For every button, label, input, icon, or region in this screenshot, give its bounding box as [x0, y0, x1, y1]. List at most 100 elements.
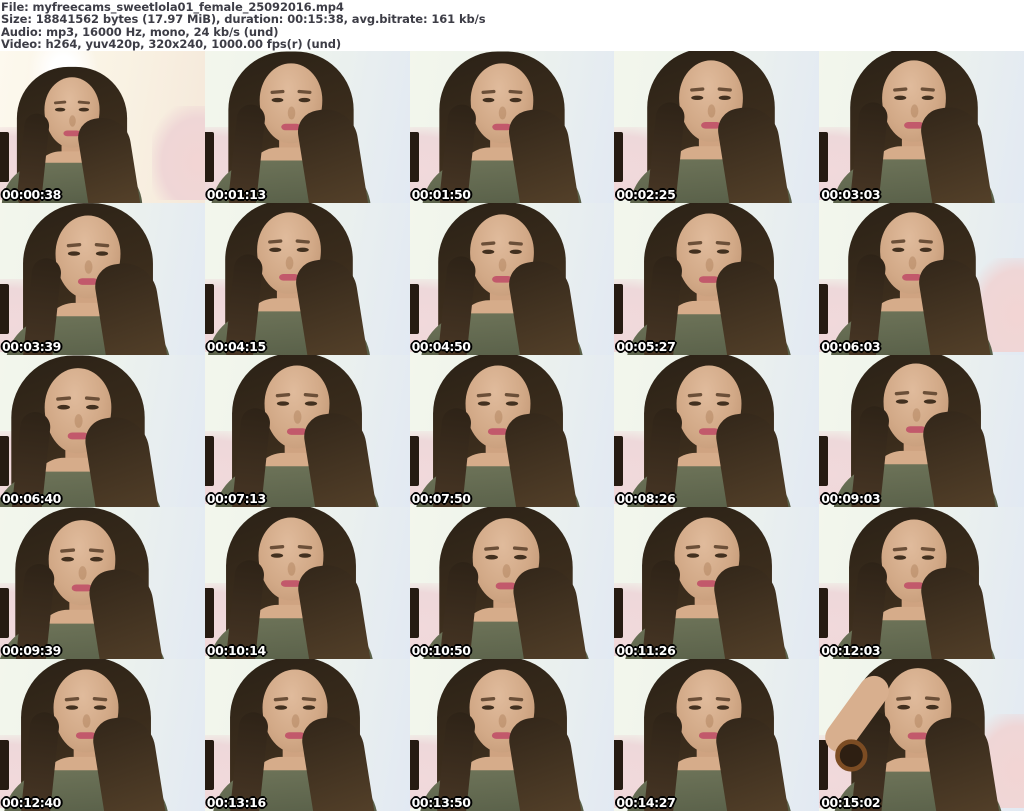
- eye-right-shape: [925, 704, 939, 710]
- video-thumbnail: 00:11:26: [614, 507, 820, 659]
- bed-post-shape: [409, 283, 419, 334]
- bed-post-shape: [614, 435, 624, 486]
- eyebrow-left-shape: [481, 89, 496, 95]
- timestamp-label: 00:09:39: [2, 643, 61, 658]
- eyebrow-right-shape: [297, 89, 312, 95]
- bed-post-shape: [614, 131, 624, 182]
- bed-post-shape: [409, 131, 419, 182]
- contact-sheet: { "header": { "lines": [ "File: myfreeca…: [0, 0, 1024, 811]
- eyebrow-left-shape: [54, 100, 67, 105]
- video-thumbnail: 00:04:50: [409, 203, 615, 355]
- eyebrow-right-shape: [297, 544, 313, 550]
- eye-right-shape: [79, 107, 90, 112]
- eyebrow-right-shape: [92, 696, 108, 702]
- eye-right-shape: [921, 555, 934, 560]
- thumbnail-grid: 00:00:38 00:01:13 00:01:50 00:02:25 00:0…: [0, 51, 1024, 811]
- eyebrow-right-shape: [717, 87, 732, 92]
- eye-right-shape: [716, 705, 729, 710]
- nose-shape: [291, 714, 300, 728]
- video-thumbnail: 00:10:14: [204, 507, 410, 659]
- nose-shape: [705, 410, 714, 424]
- eyebrow-left-shape: [687, 240, 703, 246]
- nose-shape: [285, 256, 294, 270]
- eye-right-shape: [296, 247, 309, 252]
- eyebrow-left-shape: [892, 546, 907, 552]
- eye-left-shape: [55, 107, 66, 112]
- eyebrow-left-shape: [480, 241, 496, 246]
- eyebrow-right-shape: [303, 392, 319, 398]
- eyebrow-left-shape: [273, 696, 289, 702]
- eye-left-shape: [688, 705, 701, 710]
- eye-right-shape: [514, 554, 527, 560]
- eyebrow-left-shape: [64, 696, 80, 702]
- file-info-header: File: myfreecams_sweetlola01_female_2509…: [0, 0, 1024, 51]
- timestamp-label: 00:01:13: [206, 187, 266, 202]
- bed-post-shape: [204, 131, 214, 182]
- video-thumbnail: 00:03:39: [0, 203, 205, 355]
- eye-left-shape: [485, 554, 498, 560]
- nose-shape: [293, 410, 302, 424]
- eye-left-shape: [277, 401, 290, 406]
- nose-shape: [78, 566, 87, 580]
- eyebrow-left-shape: [268, 239, 283, 244]
- bed-post-shape: [614, 587, 624, 638]
- eyebrow-right-shape: [94, 242, 110, 248]
- eyebrow-right-shape: [508, 241, 524, 246]
- video-thumbnail: 00:13:50: [409, 659, 615, 811]
- eye-right-shape: [509, 97, 522, 103]
- info-line-size: Size: 18841562 bytes (17.97 MiB), durati…: [1, 12, 486, 27]
- bed-post-shape: [0, 435, 9, 486]
- timestamp-label: 00:13:16: [206, 795, 266, 810]
- eye-right-shape: [509, 249, 522, 254]
- nose-shape: [287, 562, 296, 576]
- eye-right-shape: [919, 247, 932, 252]
- eye-right-shape: [716, 401, 729, 406]
- timestamp-label: 00:10:50: [411, 643, 471, 658]
- bed-post-shape: [0, 131, 9, 182]
- eye-right-shape: [921, 95, 934, 100]
- eye-right-shape: [298, 97, 311, 103]
- eyebrow-left-shape: [685, 544, 701, 550]
- nose-shape: [910, 104, 918, 118]
- bed-post-shape: [409, 587, 419, 638]
- eye-right-shape: [718, 95, 731, 100]
- timestamp-label: 00:04:50: [411, 339, 471, 354]
- eyebrow-left-shape: [892, 87, 908, 92]
- video-thumbnail: 00:08:26: [614, 355, 820, 507]
- eyebrow-right-shape: [508, 696, 524, 702]
- eye-left-shape: [269, 247, 282, 252]
- eyebrow-right-shape: [920, 546, 935, 552]
- eyebrow-left-shape: [890, 239, 906, 244]
- bed-post-shape: [819, 587, 829, 638]
- nose-shape: [910, 564, 919, 578]
- eye-left-shape: [891, 247, 904, 252]
- eyebrow-right-shape: [715, 392, 731, 398]
- timestamp-label: 00:12:40: [2, 795, 61, 810]
- eye-right-shape: [923, 399, 936, 404]
- eye-right-shape: [86, 404, 100, 410]
- eye-left-shape: [895, 399, 908, 404]
- bed-post-shape: [0, 739, 9, 790]
- nose-shape: [498, 258, 507, 272]
- wrist-watch-shape: [834, 739, 867, 772]
- video-thumbnail: 00:09:39: [0, 507, 205, 659]
- info-line-video: Video: h264, yuv420p, 320x240, 1000.00 f…: [1, 37, 341, 52]
- bed-post-shape: [204, 435, 214, 486]
- timestamp-label: 00:03:39: [2, 339, 61, 354]
- timestamp-label: 00:05:27: [616, 339, 676, 354]
- eyebrow-right-shape: [924, 696, 940, 701]
- timestamp-label: 00:07:13: [206, 491, 266, 506]
- video-thumbnail: 00:14:27: [614, 659, 820, 811]
- nose-shape: [912, 408, 921, 422]
- eye-left-shape: [688, 401, 701, 406]
- video-thumbnail: 00:01:50: [409, 51, 615, 203]
- timestamp-label: 00:11:26: [616, 643, 676, 658]
- video-thumbnail: 00:01:13: [204, 51, 410, 203]
- eye-right-shape: [90, 556, 104, 562]
- eyebrow-left-shape: [484, 546, 500, 551]
- eye-right-shape: [299, 553, 312, 558]
- video-thumbnail: 00:06:03: [819, 203, 1024, 355]
- eye-left-shape: [688, 249, 701, 254]
- eyebrow-right-shape: [715, 696, 731, 702]
- bed-post-shape: [614, 283, 624, 334]
